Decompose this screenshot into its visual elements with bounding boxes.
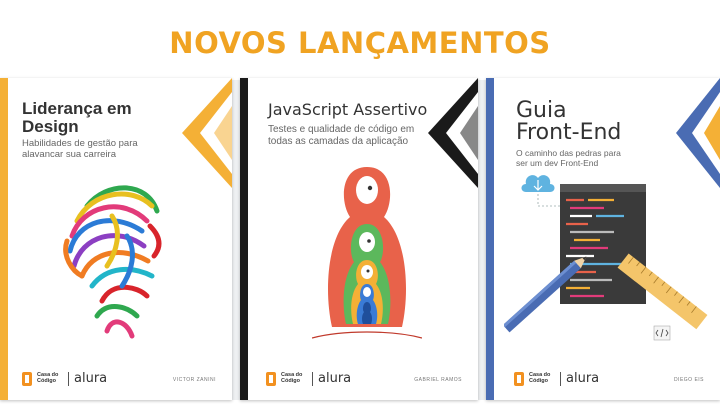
publisher-brand: Casa do Código alura (22, 371, 107, 386)
publisher-brand: Casa do Código alura (514, 371, 599, 386)
brand-box-label: Casa do Código (529, 372, 551, 384)
casa-do-codigo-logo-icon (514, 371, 524, 386)
alura-logo: alura (318, 371, 352, 386)
brand-separator (560, 371, 561, 386)
book-cover-lideranca-em-design[interactable]: Liderança em Design Habilidades de gestã… (0, 78, 232, 400)
code-editor-ruler-pencil-illustration (504, 175, 708, 341)
casa-do-codigo-logo-icon (22, 371, 32, 386)
book-subtitle: Habilidades de gestão para alavancar sua… (22, 138, 138, 161)
book-cover-guia-front-end[interactable]: Guia Front-End O caminho das pedras para… (486, 78, 720, 400)
brand-separator (312, 371, 313, 386)
book-subtitle: Testes e qualidade de código em todas as… (268, 124, 415, 147)
brand-box-label: Casa do Código (37, 372, 59, 384)
book-author: VICTOR ZANINI (172, 377, 216, 383)
book-author: DIEGO EIS (673, 377, 704, 383)
page-headline: NOVOS LANÇAMENTOS (169, 26, 551, 60)
chevron-corner-decoration (182, 78, 232, 188)
book-cover-javascript-assertivo[interactable]: JavaScript Assertivo Testes e qualidade … (240, 78, 478, 400)
book-title: JavaScript Assertivo (268, 100, 428, 119)
brand-box-label: Casa do Código (281, 372, 303, 384)
publisher-brand: Casa do Código alura (266, 371, 351, 386)
book-title: Guia Front-End (516, 98, 622, 145)
casa-do-codigo-logo-icon (266, 371, 276, 386)
book-title: Liderança em Design (22, 99, 132, 136)
alura-logo: alura (566, 371, 600, 386)
book-spine (0, 78, 8, 400)
book-spine (240, 78, 248, 400)
brand-separator (68, 371, 69, 386)
book-author: GABRIEL RAMOS (414, 377, 462, 383)
alura-logo: alura (74, 371, 108, 386)
colorful-head-illustration (63, 185, 162, 339)
nesting-dolls-illustration (312, 167, 422, 339)
book-spine (486, 78, 494, 400)
